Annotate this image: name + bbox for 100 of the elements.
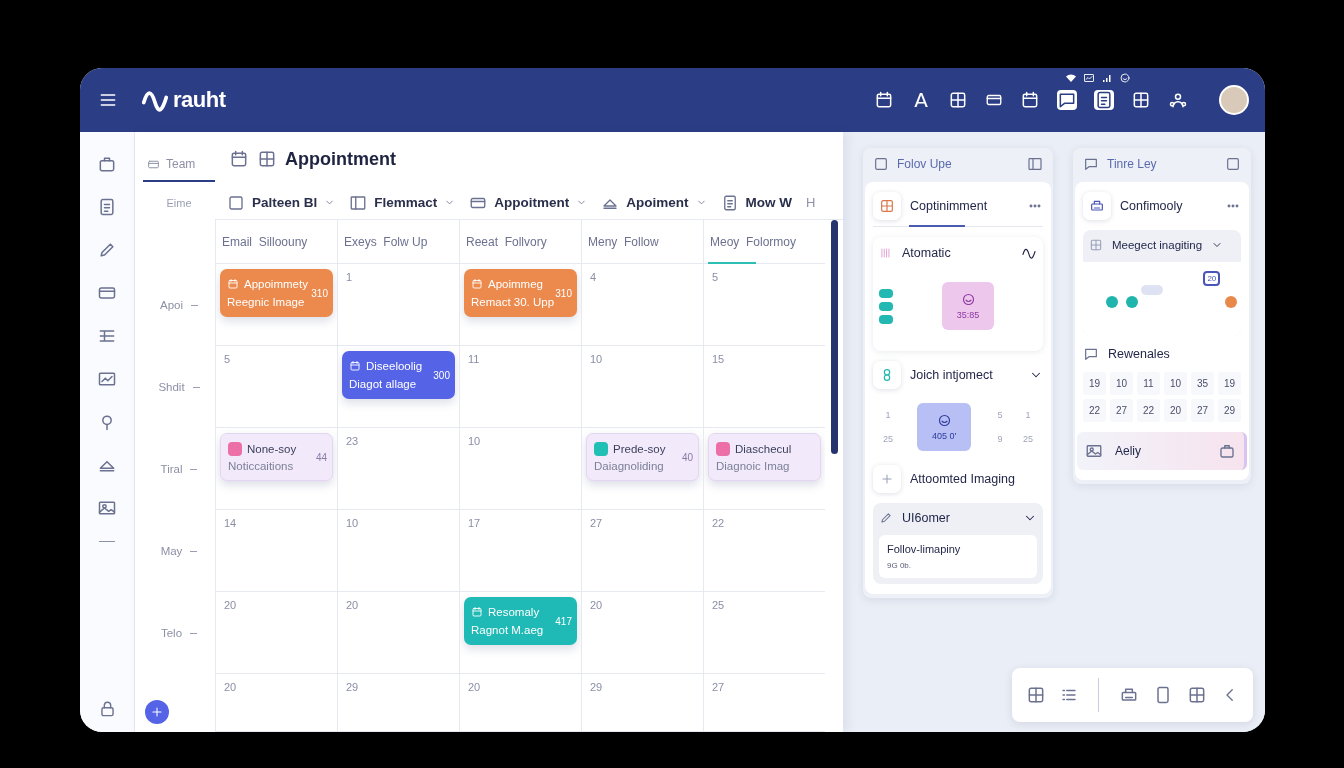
grid-icon <box>257 149 277 169</box>
grid-icon <box>1089 238 1103 252</box>
grid-icon[interactable] <box>1026 685 1046 705</box>
event-card[interactable]: None-soy 44 Noticcaitions <box>220 433 333 481</box>
time-tile[interactable]: 405 0' <box>917 403 971 451</box>
column-header[interactable]: Meny Follow <box>581 220 703 264</box>
day-number: 20 <box>346 599 360 611</box>
app-logo: rauht <box>173 87 226 113</box>
grid-icon[interactable] <box>948 90 968 110</box>
filter-dropdown[interactable]: Apoiment <box>601 193 707 212</box>
bag-icon <box>1218 442 1236 460</box>
page-title: Appointment <box>285 148 396 170</box>
day-number: 5 <box>712 271 720 283</box>
item-title: Follov-limapiny <box>887 543 962 555</box>
time-tile[interactable]: 35:85 <box>942 282 994 330</box>
day-number: 10 <box>1164 372 1187 395</box>
day-number: 15 <box>712 353 726 365</box>
column-header[interactable]: Exeys Folw Up <box>337 220 459 264</box>
day-number: 1 <box>1024 410 1032 420</box>
filter-dropdown[interactable]: Palteen Bl <box>227 193 336 212</box>
chat-icon <box>1083 346 1099 362</box>
day-number: 20 <box>468 681 482 693</box>
filter-dropdown[interactable]: Flemmact <box>349 193 456 212</box>
add-button[interactable] <box>145 700 169 724</box>
event-card[interactable]: Prede-soy 40 Daiagnoliding <box>586 433 699 481</box>
day-number: 20 <box>1164 399 1187 422</box>
document-icon[interactable] <box>1094 90 1114 110</box>
panel-icon <box>349 193 368 212</box>
panel-icon[interactable] <box>1027 156 1043 172</box>
chat-icon <box>1083 156 1099 172</box>
calendar-icon[interactable] <box>1020 90 1040 110</box>
day-number: 11 <box>1137 372 1160 395</box>
day-number: 25 <box>712 599 726 611</box>
bag-icon[interactable] <box>97 154 117 174</box>
filter-dropdown[interactable]: Appoitment <box>469 193 588 212</box>
chat-icon[interactable] <box>1057 90 1077 110</box>
day-number: 20 <box>590 599 604 611</box>
event-subtitle: Diagot allage <box>349 378 418 390</box>
chart-icon <box>1083 72 1095 84</box>
document-icon[interactable] <box>97 197 117 217</box>
column-header[interactable]: Email Silloouny <box>215 220 337 264</box>
column-header[interactable]: Reeat Follvory <box>459 220 581 264</box>
event-time: 310 <box>311 287 328 299</box>
day-number: 1 <box>346 271 354 283</box>
event-title: Apoimmeg <box>488 278 543 290</box>
day-number: 10 <box>346 517 360 529</box>
square-icon[interactable] <box>1225 156 1241 172</box>
calendar-icon <box>349 360 361 372</box>
event-time: 417 <box>555 615 572 627</box>
status-icon <box>1119 72 1131 84</box>
event-subtitle: Reegnic Image <box>227 296 306 308</box>
pen-icon <box>879 511 893 525</box>
event-card[interactable]: Diseeloolig 300 Diagot allage <box>342 351 455 399</box>
selected-day[interactable]: 20 <box>1203 270 1221 286</box>
calendar-icon <box>471 606 483 618</box>
day-number: 29 <box>1218 399 1241 422</box>
smiley-icon <box>936 413 952 428</box>
plus-icon <box>150 705 164 719</box>
square-icon <box>227 193 245 212</box>
day-number: 5 <box>224 353 232 365</box>
event-time: 44 <box>315 451 327 463</box>
footer-bar[interactable]: Aeliy <box>1077 432 1247 470</box>
event-time: 300 <box>433 369 450 381</box>
day-number: 10 <box>468 435 482 447</box>
team-tab[interactable]: Team <box>143 157 215 182</box>
day-number: 25 <box>1022 434 1034 444</box>
panel-title: Folov Upe <box>897 157 952 171</box>
event-card[interactable]: Diaschecul Diagnoic Imag <box>708 433 821 481</box>
day-number: 27 <box>1191 399 1214 422</box>
font-button[interactable]: A <box>911 88 931 112</box>
people-icon[interactable] <box>1168 90 1188 110</box>
row-label: May <box>160 545 183 557</box>
row-label: Apoi <box>160 299 183 311</box>
filter-label: H <box>806 195 816 210</box>
plus-icon <box>880 472 894 486</box>
column-header[interactable]: Meoy Folormoy <box>703 220 825 264</box>
day-number: 27 <box>712 681 726 693</box>
smiley-icon <box>960 292 976 307</box>
day-number: 29 <box>590 681 604 693</box>
day-number: 20 <box>224 681 238 693</box>
image-icon[interactable] <box>97 498 117 518</box>
pen-icon[interactable] <box>97 240 117 260</box>
panel-title: Tinre Ley <box>1107 157 1157 171</box>
signal-icon <box>1101 72 1113 84</box>
grid-icon[interactable] <box>1131 90 1151 110</box>
grid-icon <box>879 198 895 214</box>
day-number: 9 <box>996 434 1004 444</box>
day-number: 22 <box>1137 399 1160 422</box>
day-number: 10 <box>590 353 604 365</box>
card-title: Confimooly <box>1120 199 1183 213</box>
chart-icon[interactable] <box>97 369 117 389</box>
day-number: 14 <box>224 517 238 529</box>
day-number: 11 <box>468 353 481 365</box>
grid-icon[interactable] <box>1187 685 1207 705</box>
user-avatar[interactable] <box>1219 85 1249 115</box>
calendar-icon[interactable] <box>874 90 894 110</box>
filter-dropdown[interactable]: Mow W <box>720 193 793 212</box>
card-title: Coptinimment <box>910 199 988 213</box>
event-subtitle: Noticcaitions <box>228 459 295 472</box>
row-label: Shdit <box>158 381 185 393</box>
